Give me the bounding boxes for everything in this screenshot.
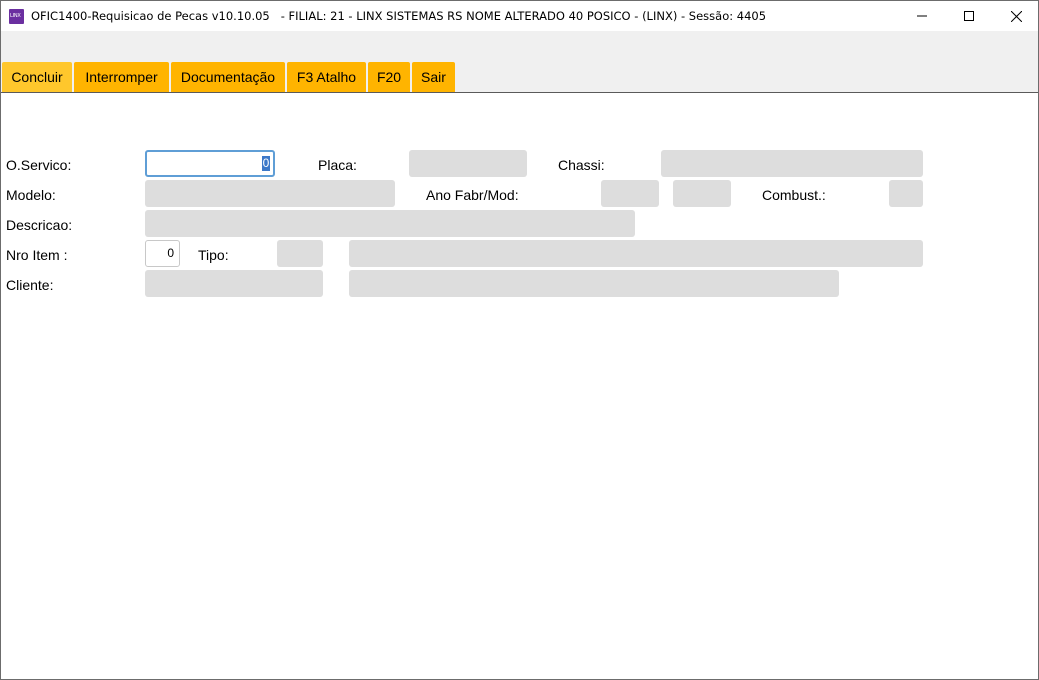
tipo-code-field [277, 240, 323, 267]
f3-atalho-button[interactable]: F3 Atalho [287, 62, 366, 92]
descricao-field [145, 210, 635, 237]
tipo-label: Tipo: [198, 247, 229, 263]
nro-item-input[interactable]: 0 [145, 240, 180, 267]
minimize-button[interactable] [899, 1, 945, 31]
f20-button[interactable]: F20 [368, 62, 410, 92]
o-servico-input[interactable]: 0 [145, 150, 275, 177]
close-icon [1010, 10, 1022, 22]
modelo-label: Modelo: [6, 187, 56, 203]
placa-label: Placa: [318, 157, 357, 173]
modelo-field [145, 180, 395, 207]
documentacao-button[interactable]: Documentação [171, 62, 285, 92]
combust-label: Combust.: [762, 187, 826, 203]
descricao-label: Descricao: [6, 217, 73, 233]
interromper-button[interactable]: Interromper [74, 62, 169, 92]
ano-fabr-mod-label: Ano Fabr/Mod: [426, 187, 519, 203]
toolbar-divider [1, 92, 1038, 93]
toolbar: Concluir Interromper Documentação F3 Ata… [1, 31, 1038, 92]
cliente-label: Cliente: [6, 277, 54, 293]
ano-mod-field [673, 180, 731, 207]
cliente-name-field [349, 270, 839, 297]
ano-fabr-field [601, 180, 659, 207]
nro-item-label: Nro Item : [6, 247, 68, 263]
concluir-button[interactable]: Concluir [2, 62, 72, 92]
sair-button[interactable]: Sair [412, 62, 455, 92]
o-servico-value: 0 [262, 156, 270, 171]
title-bar: LINX OFIC1400-Requisicao de Pecas v10.10… [1, 1, 1038, 31]
o-servico-label: O.Servico: [6, 157, 72, 173]
window-title: OFIC1400-Requisicao de Pecas v10.10.05 -… [31, 9, 767, 23]
chassi-field [661, 150, 923, 177]
maximize-button[interactable] [946, 1, 992, 31]
chassi-label: Chassi: [558, 157, 605, 173]
app-logo-icon: LINX [9, 9, 24, 24]
combust-field [889, 180, 923, 207]
cliente-code-field [145, 270, 323, 297]
close-button[interactable] [993, 1, 1039, 31]
tipo-desc-field [349, 240, 923, 267]
placa-field [409, 150, 527, 177]
maximize-icon [964, 11, 974, 21]
minimize-icon [917, 15, 927, 17]
